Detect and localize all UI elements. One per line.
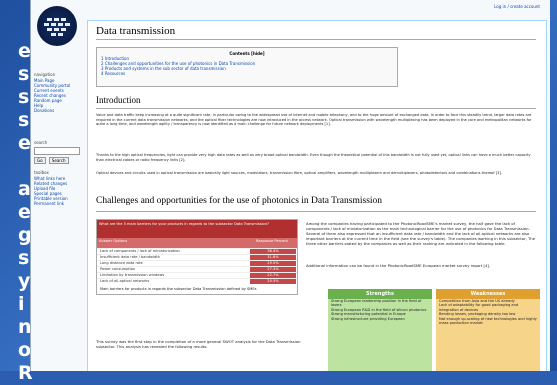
table-row: Lack of all-optical networks 20.5% xyxy=(97,278,297,284)
table-row: Long distance data rate 29.5% xyxy=(97,260,297,266)
strength-item: Strong European leadership position in t… xyxy=(331,299,422,308)
row-value: 20.5% xyxy=(250,279,296,284)
weaknesses-column: Weaknesses Competition from Asia and the… xyxy=(436,289,540,371)
strength-item: Strong infrastructure providing European xyxy=(331,316,405,321)
search-input[interactable] xyxy=(34,147,80,155)
search-heading: search xyxy=(34,140,48,145)
search-buttons: Go Search xyxy=(34,157,80,164)
navigation-heading: navigation xyxy=(34,72,56,77)
table-row: Lack of components / lack of miniaturiza… xyxy=(97,248,297,254)
row-value: 36.4% xyxy=(250,249,296,254)
table-question: What are the 5 main barriers for your pr… xyxy=(97,220,297,238)
row-value: 22.7% xyxy=(250,273,296,278)
toolbox-item[interactable]: Permanent link xyxy=(34,201,68,206)
additional-info-paragraph: Additional information can be found in t… xyxy=(306,263,491,268)
swot-intro-paragraph: This survey was the first step in the co… xyxy=(96,339,301,349)
user-login-link[interactable]: Log in / create account xyxy=(494,4,540,9)
table-of-contents: Contents [hide] 1 Introduction 2 Challen… xyxy=(96,47,398,87)
table-caption: Main barriers for products in regards th… xyxy=(100,287,257,291)
row-value: 31.8% xyxy=(250,255,296,260)
row-value: 27.3% xyxy=(250,267,296,272)
barriers-table: What are the 5 main barriers for your pr… xyxy=(96,219,298,295)
table-row: Insufficient data rate / bandwidth 31.8% xyxy=(97,254,297,260)
row-label: Lack of all-optical networks xyxy=(100,279,150,283)
intro-paragraph-3: Optical devices and circuits used in opt… xyxy=(96,171,503,175)
intro-paragraph-2: Thanks to the high optical frequencies, … xyxy=(96,153,531,162)
strengths-column: Strengths Strong European leadership pos… xyxy=(328,289,432,371)
table-row: Power consumption 27.3% xyxy=(97,266,297,272)
sidebar: navigation Main Page Community portal Cu… xyxy=(31,0,83,371)
go-button[interactable]: Go xyxy=(34,157,46,164)
row-label: Lack of components / lack of miniaturiza… xyxy=(100,249,180,253)
title-divider xyxy=(96,39,536,40)
page-tabs: page discussion view source history xyxy=(87,12,219,29)
intro-paragraph-1: Voice and data traffic keep increasing a… xyxy=(96,113,532,127)
toolbox-portlet: toolbox What links here Related changes … xyxy=(34,170,68,206)
col-response-percent: Response Percent xyxy=(256,239,288,243)
row-label: Limitation by transmission windows xyxy=(100,273,165,277)
page-title: Data transmission xyxy=(96,25,176,37)
nav-item[interactable]: Donations xyxy=(34,108,70,113)
page-content: Data transmission Contents [hide] 1 Intr… xyxy=(87,20,547,371)
row-value: 29.5% xyxy=(250,261,296,266)
challenges-heading: Challenges and opportunities for the use… xyxy=(96,196,383,206)
survey-paragraph: Among the companies having participated … xyxy=(306,221,536,246)
navigation-portlet: navigation Main Page Community portal Cu… xyxy=(34,72,70,113)
introduction-heading: Introduction xyxy=(96,95,141,105)
toolbox-heading: toolbox xyxy=(34,170,49,175)
row-label: Power consumption xyxy=(100,267,136,271)
table-row: Limitation by transmission windows 22.7% xyxy=(97,272,297,278)
weakness-item: Not enough up-scaling of new technologie… xyxy=(439,316,537,326)
strengths-heading: Strengths xyxy=(328,289,432,299)
search-button[interactable]: Search xyxy=(48,157,69,164)
wiki-window: navigation Main Page Community portal Cu… xyxy=(30,0,550,371)
table-header-row: Answer Options Response Percent xyxy=(97,238,297,248)
row-label: Long distance data rate xyxy=(100,261,143,265)
col-answer-options: Answer Options xyxy=(99,239,128,243)
toc-item[interactable]: 4 Resources xyxy=(101,71,397,76)
site-logo[interactable] xyxy=(37,6,77,46)
weaknesses-heading: Weaknesses xyxy=(436,289,540,299)
section-divider xyxy=(96,211,536,212)
row-label: Insufficient data rate / bandwidth xyxy=(100,255,160,259)
search-portlet: search Go Search xyxy=(34,140,80,164)
swot-table: Strengths Strong European leadership pos… xyxy=(328,289,540,371)
section-divider xyxy=(96,108,536,109)
weakness-item: Lack of adaptability for good packaging … xyxy=(439,303,519,312)
